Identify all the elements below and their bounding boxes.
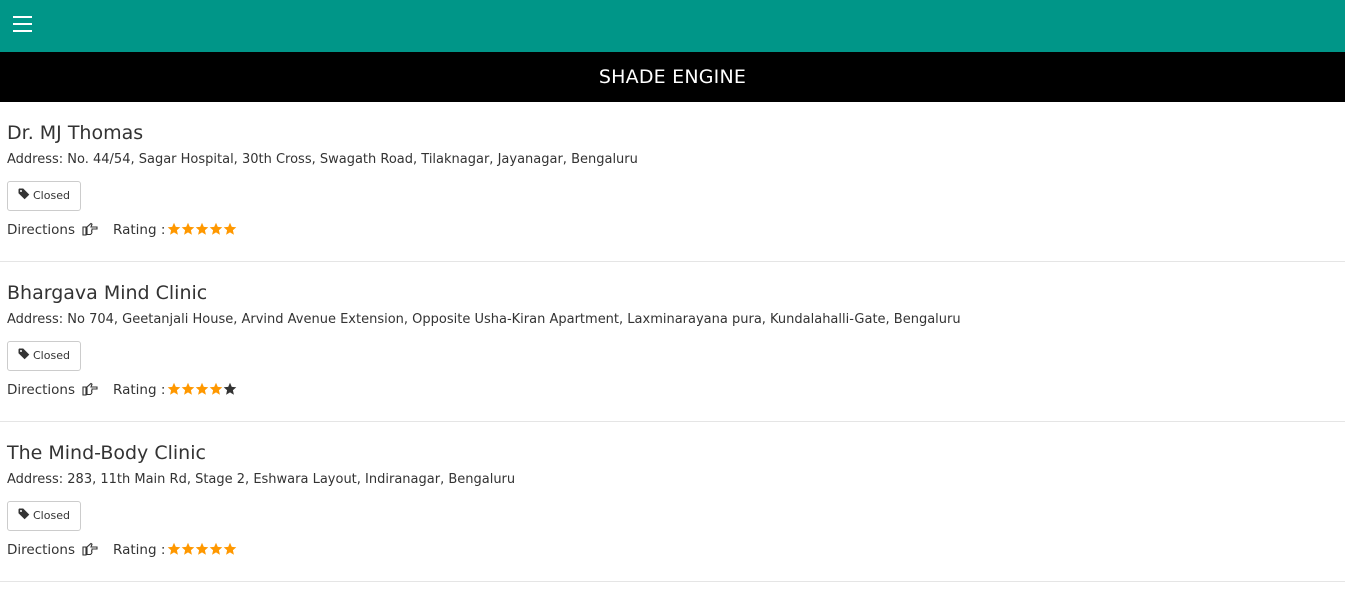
star-filled-icon — [196, 382, 209, 395]
card-actions: Directions Rating : — [7, 222, 237, 240]
star-filled-icon — [168, 542, 181, 555]
clinic-name: Bhargava Mind Clinic — [7, 282, 208, 304]
star-filled-icon — [196, 542, 209, 555]
star-filled-icon — [168, 222, 181, 235]
pointing-hand-icon — [82, 542, 98, 556]
star-filled-icon — [182, 382, 195, 395]
clinic-name: Dr. MJ Thomas — [7, 122, 144, 144]
directions-label: Directions — [7, 222, 76, 238]
star-empty-icon — [224, 382, 237, 395]
star-filled-icon — [224, 222, 237, 235]
star-filled-icon — [196, 222, 209, 235]
rating-stars — [167, 382, 237, 400]
directions-link[interactable]: Directions — [7, 222, 113, 238]
directions-link[interactable]: Directions — [7, 542, 113, 558]
star-filled-icon — [182, 222, 195, 235]
status-label: Closed — [33, 189, 70, 202]
clinic-name: The Mind-Body Clinic — [7, 442, 206, 464]
directions-label: Directions — [7, 382, 76, 398]
status-button[interactable]: Closed — [7, 501, 81, 531]
card-actions: Directions Rating : — [7, 542, 237, 560]
clinic-card: Bhargava Mind Clinic Address: No 704, Ge… — [0, 262, 1345, 422]
pointing-hand-icon — [82, 382, 98, 396]
directions-label: Directions — [7, 542, 76, 558]
status-button[interactable]: Closed — [7, 181, 81, 211]
card-actions: Directions Rating : — [7, 382, 237, 400]
star-filled-icon — [210, 542, 223, 555]
star-filled-icon — [210, 382, 223, 395]
clinic-address: Address: No 704, Geetanjali House, Arvin… — [7, 312, 961, 327]
star-filled-icon — [168, 382, 181, 395]
top-app-bar — [0, 0, 1345, 52]
star-filled-icon — [210, 222, 223, 235]
status-label: Closed — [33, 509, 70, 522]
status-label: Closed — [33, 349, 70, 362]
rating-label: Rating : — [113, 542, 166, 558]
rating-stars — [167, 542, 237, 560]
star-filled-icon — [224, 542, 237, 555]
star-filled-icon — [182, 542, 195, 555]
directions-link[interactable]: Directions — [7, 382, 113, 398]
clinic-address: Address: No. 44/54, Sagar Hospital, 30th… — [7, 152, 638, 167]
tag-icon — [18, 508, 30, 520]
tag-icon — [18, 348, 30, 360]
clinic-address: Address: 283, 11th Main Rd, Stage 2, Esh… — [7, 472, 516, 487]
clinic-list: Dr. MJ Thomas Address: No. 44/54, Sagar … — [0, 102, 1345, 582]
rating-stars — [167, 222, 237, 240]
rating-label: Rating : — [113, 222, 166, 238]
clinic-card: The Mind-Body Clinic Address: 283, 11th … — [0, 422, 1345, 582]
pointing-hand-icon — [82, 222, 98, 236]
status-button[interactable]: Closed — [7, 341, 81, 371]
clinic-card: Dr. MJ Thomas Address: No. 44/54, Sagar … — [0, 102, 1345, 262]
rating-label: Rating : — [113, 382, 166, 398]
page-title: SHADE ENGINE — [0, 52, 1345, 102]
hamburger-menu-icon[interactable] — [13, 16, 34, 34]
tag-icon — [18, 188, 30, 200]
